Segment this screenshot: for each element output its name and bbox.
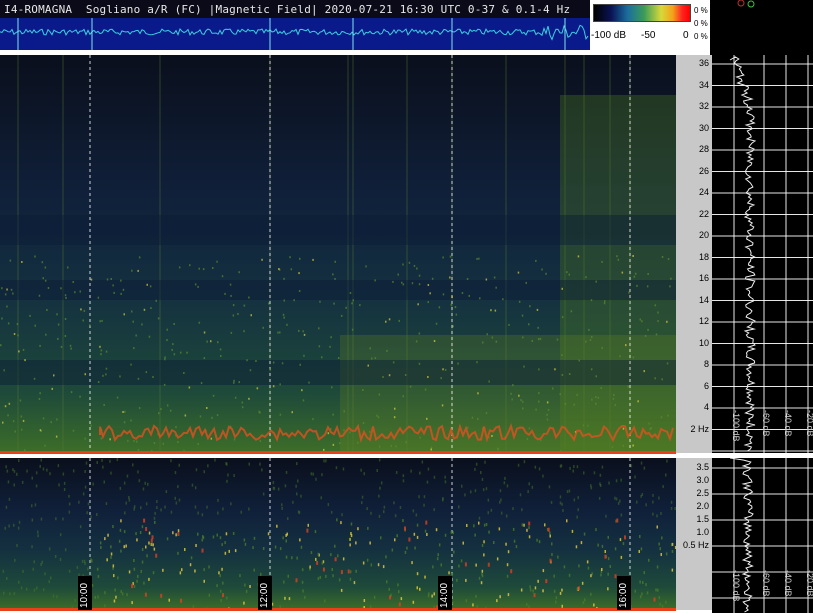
frequency-tick-label: 20	[698, 230, 709, 240]
power-profile-main-plot	[712, 55, 813, 453]
time-label: 14:00	[438, 576, 452, 610]
frequency-tick-label: 3.5	[696, 462, 709, 472]
percent-label: 0 %	[694, 6, 708, 15]
frequency-tick-label: 26	[698, 165, 709, 176]
db-scale-label: -100 dB	[731, 570, 741, 602]
frequency-tick-label: 1.0	[696, 527, 709, 537]
frequency-tick-label: 18	[698, 251, 709, 262]
frequency-tick-label: 24	[698, 187, 709, 197]
frequency-tick-label: 12	[698, 316, 709, 326]
frequency-tick-label: 36	[698, 58, 709, 68]
db-scale-label: -20 dB	[805, 410, 813, 437]
spectrogram-main-texture	[0, 55, 676, 453]
frequency-tick-label: 2 Hz	[690, 423, 709, 434]
profile-header	[710, 0, 813, 55]
time-label: 10:00	[78, 576, 92, 610]
frequency-tick-label: 2.5	[696, 488, 709, 498]
frequency-tick-label: 2.0	[696, 501, 709, 511]
waveform-trace	[0, 18, 589, 50]
frequency-tick-label: 32	[698, 101, 709, 111]
frequency-tick-label: 14	[698, 294, 709, 305]
frequency-tick-label: 10	[698, 337, 709, 348]
colorbar-scale	[593, 4, 691, 22]
bottom-edge	[0, 608, 676, 611]
colorbar-label-min: -100 dB	[591, 30, 627, 41]
spectrogram-low-texture	[2, 458, 676, 610]
station-title: I4-ROMAGNA Sogliano a/R (FC) |Magnetic F…	[4, 3, 571, 16]
percent-label: 0 %	[694, 19, 708, 28]
frequency-tick-label: 8	[703, 359, 709, 369]
frequency-axis-main: 36 34 32 30 28 26 24 22 20 18 16 14 12 10 8 6 4 2 Hz	[676, 55, 712, 453]
db-scale-label: -60 dB	[761, 410, 771, 437]
frequency-tick-label: 34	[698, 79, 709, 90]
frequency-tick-label: 4	[703, 402, 709, 412]
frequency-tick-label: 3.0	[696, 475, 709, 485]
frequency-tick-label: 22	[698, 208, 709, 219]
db-scale-label: -100 dB	[731, 410, 741, 442]
frequency-tick-label: 0.5 Hz	[682, 540, 709, 550]
db-scale-label: -40 dB	[783, 410, 793, 437]
colorbar-label-mid: -50	[641, 30, 656, 41]
db-scale-label: -20 dB	[805, 570, 813, 597]
percent-label: 0 %	[694, 32, 708, 41]
spectrogram-low	[0, 458, 676, 610]
power-profile-low: -100 dB -60 dB -40 dB -20 dB	[712, 458, 813, 613]
power-profile-main: -100 dB -60 dB -40 dB -20 dB	[712, 55, 813, 453]
marker-icon	[747, 0, 755, 8]
frequency-tick-label: 28	[698, 144, 709, 154]
db-scale-label: -60 dB	[761, 570, 771, 597]
spectrogram-main	[0, 55, 676, 453]
frequency-tick-label: 30	[698, 122, 709, 133]
time-label: 16:00	[617, 576, 631, 610]
frequency-tick-label: 1.5	[696, 514, 709, 524]
waveform-strip	[0, 18, 590, 50]
frequency-axis-low: 3.5 3.0 2.5 2.0 1.5 1.0 0.5 Hz	[676, 458, 712, 610]
frequency-tick-label: 16	[698, 273, 709, 283]
db-scale-label: -40 dB	[783, 570, 793, 597]
marker-icon	[737, 0, 745, 7]
frequency-tick-label: 6	[703, 380, 709, 391]
time-label: 12:00	[258, 576, 272, 610]
colorbar-label-max: 0	[683, 30, 689, 41]
